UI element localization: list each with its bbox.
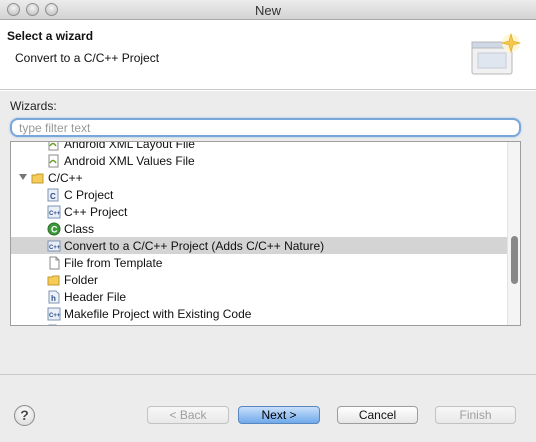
c-project-icon: C	[47, 188, 61, 202]
svg-text:C++: C++	[49, 313, 61, 319]
android-xml-file-icon	[47, 154, 61, 168]
svg-text:C: C	[50, 192, 56, 201]
tree-item[interactable]: C C Project	[11, 186, 508, 203]
convert-project-icon: C++	[47, 239, 61, 253]
wizards-label: Wizards:	[10, 99, 57, 113]
tree-item-label: Makefile Project with Existing Code	[64, 306, 252, 321]
folder-icon	[31, 171, 45, 185]
file-icon	[47, 256, 61, 270]
source-file-icon: c	[47, 324, 61, 325]
class-icon: C	[47, 222, 61, 236]
page-title: Select a wizard	[7, 29, 94, 43]
tree-item-label: C Project	[64, 187, 114, 202]
svg-text:C++: C++	[49, 245, 61, 251]
header-file-icon: h	[47, 290, 61, 304]
tree-item-label: Source File	[64, 324, 125, 326]
tree-item[interactable]: Android XML Values File	[11, 152, 508, 169]
tree-item-label: C++ Project	[64, 204, 128, 219]
page-description: Convert to a C/C++ Project	[15, 51, 160, 65]
filter-input[interactable]	[12, 120, 519, 135]
svg-text:h: h	[51, 294, 56, 303]
tree-scrollbar[interactable]	[507, 142, 520, 325]
window-titlebar[interactable]: New	[0, 0, 536, 20]
tree-item[interactable]: C/C++	[11, 169, 508, 186]
wizard-tree[interactable]: Android XML Layout File Android XML Value…	[10, 141, 521, 326]
tree-item-label: Android XML Values File	[64, 153, 195, 168]
wizard-banner-icon	[470, 32, 522, 78]
tree-item[interactable]: C Class	[11, 220, 508, 237]
window-title: New	[254, 3, 281, 18]
tree-item[interactable]: h Header File	[11, 288, 508, 305]
tree-item[interactable]: C++ Makefile Project with Existing Code	[11, 305, 508, 322]
android-xml-file-icon	[47, 142, 61, 151]
tree-item[interactable]: C++ Convert to a C/C++ Project (Adds C/C+…	[11, 237, 508, 254]
wizard-header: Select a wizard Convert to a C/C++ Proje…	[0, 20, 536, 90]
cpp-project-icon: C++	[47, 205, 61, 219]
tree-item[interactable]: Android XML Layout File	[11, 141, 508, 152]
tree-item-label: C/C++	[48, 170, 83, 185]
tree-item-label: Folder	[64, 272, 99, 287]
expand-arrow-icon[interactable]	[18, 171, 28, 185]
tree-item-label: File from Template	[64, 255, 163, 270]
back-button[interactable]: < Back	[147, 406, 229, 424]
svg-text:C++: C++	[49, 211, 61, 217]
scrollbar-thumb[interactable]	[511, 236, 518, 284]
filter-field-wrapper[interactable]	[10, 118, 521, 137]
finish-button[interactable]: Finish	[435, 406, 516, 424]
help-icon[interactable]: ?	[14, 405, 35, 426]
tree-item-label: Class	[64, 221, 95, 236]
cancel-button[interactable]: Cancel	[337, 406, 418, 424]
tree-item[interactable]: cSource File	[11, 322, 508, 326]
tree-item-label: Convert to a C/C++ Project (Adds C/C++ N…	[64, 238, 325, 253]
tree-item-label: Header File	[64, 289, 127, 304]
wizard-body: Wizards: Android XML Layout FileAndroid …	[0, 91, 536, 442]
folder-icon	[47, 273, 61, 287]
svg-text:C: C	[51, 224, 58, 234]
tree-item[interactable]: C++ C++ Project	[11, 203, 508, 220]
tree-item[interactable]: Folder	[11, 271, 508, 288]
tree-item-label: Android XML Layout File	[64, 141, 195, 151]
next-button[interactable]: Next >	[238, 406, 320, 424]
makefile-project-icon: C++	[47, 307, 61, 321]
tree-item[interactable]: File from Template	[11, 254, 508, 271]
divider	[0, 374, 536, 375]
